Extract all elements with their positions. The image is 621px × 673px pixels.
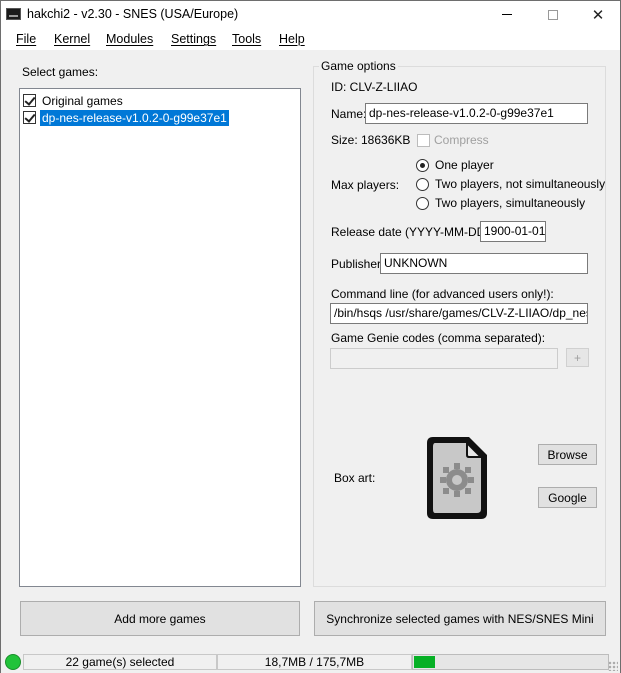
- game-genie-field[interactable]: [330, 348, 558, 369]
- menu-help[interactable]: Help: [277, 31, 307, 47]
- main-window: hakchi2 - v2.30 - SNES (USA/Europe) ✕ Fi…: [0, 0, 621, 673]
- radio-two-players-simultaneous[interactable]: Two players, simultaneously: [416, 196, 585, 210]
- games-selected-status: 22 game(s) selected: [23, 654, 217, 670]
- radio-label: Two players, simultaneously: [435, 196, 586, 210]
- game-options-title: Game options: [319, 59, 398, 73]
- storage-progress-bar: [412, 654, 609, 670]
- radio-label: Two players, not simultaneously: [435, 177, 606, 191]
- window-title: hakchi2 - v2.30 - SNES (USA/Europe): [27, 7, 239, 21]
- game-checkbox[interactable]: [23, 111, 36, 124]
- menu-modules[interactable]: Modules: [104, 31, 155, 47]
- game-id: ID: CLV-Z-LIIAO: [331, 80, 418, 94]
- radio-button[interactable]: [416, 177, 429, 191]
- radio-two-players-alternate[interactable]: Two players, not simultaneously: [416, 177, 605, 191]
- game-list[interactable]: Original games dp-nes-release-v1.0.2-0-g…: [19, 88, 301, 587]
- publisher-label: Publisher:: [331, 257, 385, 271]
- list-item-game[interactable]: dp-nes-release-v1.0.2-0-g99e37e1: [23, 109, 229, 126]
- list-item-original-games[interactable]: Original games: [23, 92, 125, 109]
- game-genie-label: Game Genie codes (comma separated):: [331, 331, 546, 345]
- menu-tools[interactable]: Tools: [230, 31, 263, 47]
- app-icon: [6, 8, 21, 20]
- max-players-label: Max players:: [331, 178, 400, 192]
- menu-settings[interactable]: Settings: [169, 31, 218, 47]
- release-date-field[interactable]: 1900-01-01: [480, 221, 546, 242]
- command-line-field[interactable]: /bin/hsqs /usr/share/games/CLV-Z-LIIAO/d…: [330, 303, 588, 324]
- add-genie-button[interactable]: +: [566, 348, 589, 367]
- close-button[interactable]: ✕: [575, 1, 621, 28]
- connection-status-icon: [5, 654, 21, 670]
- title-bar: hakchi2 - v2.30 - SNES (USA/Europe) ✕: [1, 1, 620, 28]
- command-line-label: Command line (for advanced users only!):: [331, 287, 554, 301]
- resize-grip-icon[interactable]: [608, 661, 618, 671]
- synchronize-button[interactable]: Synchronize selected games with NES/SNES…: [314, 601, 606, 636]
- minimize-icon: [502, 14, 512, 15]
- name-field[interactable]: dp-nes-release-v1.0.2-0-g99e37e1: [365, 103, 588, 124]
- list-item-label: dp-nes-release-v1.0.2-0-g99e37e1: [40, 109, 229, 126]
- storage-status: 18,7MB / 175,7MB: [217, 654, 412, 670]
- maximize-icon: [548, 9, 558, 20]
- status-bar: 22 game(s) selected 18,7MB / 175,7MB: [1, 651, 620, 673]
- compress-label: Compress: [434, 133, 489, 147]
- size-text: Size: 18636KB: [331, 133, 411, 147]
- release-date-label: Release date (YYYY-MM-DD):: [331, 225, 493, 239]
- google-button[interactable]: Google: [538, 487, 597, 508]
- publisher-field[interactable]: UNKNOWN: [380, 253, 588, 274]
- box-art-image[interactable]: [421, 433, 497, 521]
- minimize-button[interactable]: [484, 1, 530, 28]
- original-games-checkbox[interactable]: [23, 94, 36, 107]
- menu-bar: File Kernel Modules Settings Tools Help: [1, 28, 620, 50]
- radio-button[interactable]: [416, 196, 429, 210]
- radio-one-player[interactable]: One player: [416, 158, 494, 172]
- name-label: Name:: [331, 107, 367, 121]
- menu-file[interactable]: File: [14, 31, 38, 47]
- add-more-games-button[interactable]: Add more games: [20, 601, 300, 636]
- box-art-label: Box art:: [334, 471, 376, 485]
- close-icon: ✕: [591, 5, 605, 24]
- radio-button[interactable]: [416, 158, 429, 172]
- maximize-button[interactable]: [530, 1, 576, 28]
- browse-button[interactable]: Browse: [538, 444, 597, 465]
- select-games-label: Select games:: [22, 65, 99, 79]
- menu-kernel[interactable]: Kernel: [52, 31, 92, 47]
- progress-fill: [414, 656, 435, 668]
- list-item-label: Original games: [42, 93, 123, 108]
- compress-checkbox[interactable]: [417, 134, 430, 147]
- radio-label: One player: [435, 158, 494, 172]
